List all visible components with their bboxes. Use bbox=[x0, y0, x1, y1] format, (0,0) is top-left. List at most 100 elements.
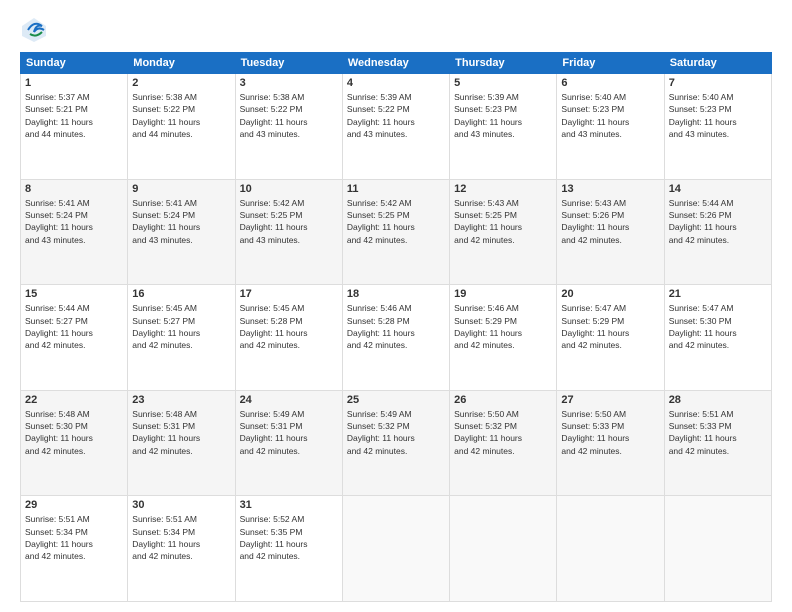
calendar-header-friday: Friday bbox=[557, 53, 664, 74]
calendar-cell: 30 Sunrise: 5:51 AM Sunset: 5:34 PM Dayl… bbox=[128, 496, 235, 602]
sunrise-label: Sunrise: 5:40 AM bbox=[669, 92, 734, 102]
calendar-cell: 6 Sunrise: 5:40 AM Sunset: 5:23 PM Dayli… bbox=[557, 74, 664, 180]
day-info: Sunrise: 5:43 AM Sunset: 5:26 PM Dayligh… bbox=[561, 197, 659, 246]
day-info: Sunrise: 5:39 AM Sunset: 5:22 PM Dayligh… bbox=[347, 91, 445, 140]
daylight-label: Daylight: 11 hoursand 42 minutes. bbox=[240, 328, 308, 350]
sunrise-label: Sunrise: 5:45 AM bbox=[132, 303, 197, 313]
sunrise-label: Sunrise: 5:51 AM bbox=[25, 514, 90, 524]
daylight-label: Daylight: 11 hoursand 42 minutes. bbox=[132, 433, 200, 455]
day-number: 7 bbox=[669, 77, 767, 89]
calendar-cell: 25 Sunrise: 5:49 AM Sunset: 5:32 PM Dayl… bbox=[342, 390, 449, 496]
day-number: 18 bbox=[347, 288, 445, 300]
day-number: 1 bbox=[25, 77, 123, 89]
calendar-header-monday: Monday bbox=[128, 53, 235, 74]
calendar-header-thursday: Thursday bbox=[450, 53, 557, 74]
calendar-cell: 5 Sunrise: 5:39 AM Sunset: 5:23 PM Dayli… bbox=[450, 74, 557, 180]
calendar-header-saturday: Saturday bbox=[664, 53, 771, 74]
daylight-label: Daylight: 11 hoursand 43 minutes. bbox=[240, 222, 308, 244]
calendar-week-5: 29 Sunrise: 5:51 AM Sunset: 5:34 PM Dayl… bbox=[21, 496, 772, 602]
day-number: 25 bbox=[347, 394, 445, 406]
logo bbox=[20, 16, 52, 44]
calendar-cell: 28 Sunrise: 5:51 AM Sunset: 5:33 PM Dayl… bbox=[664, 390, 771, 496]
calendar-week-2: 8 Sunrise: 5:41 AM Sunset: 5:24 PM Dayli… bbox=[21, 179, 772, 285]
daylight-label: Daylight: 11 hoursand 42 minutes. bbox=[25, 433, 93, 455]
sunrise-label: Sunrise: 5:47 AM bbox=[669, 303, 734, 313]
sunset-label: Sunset: 5:21 PM bbox=[25, 104, 88, 114]
daylight-label: Daylight: 11 hoursand 44 minutes. bbox=[132, 117, 200, 139]
sunset-label: Sunset: 5:22 PM bbox=[240, 104, 303, 114]
calendar-cell bbox=[557, 496, 664, 602]
day-number: 21 bbox=[669, 288, 767, 300]
logo-icon bbox=[20, 16, 48, 44]
day-number: 13 bbox=[561, 183, 659, 195]
daylight-label: Daylight: 11 hoursand 42 minutes. bbox=[454, 433, 522, 455]
calendar-cell: 1 Sunrise: 5:37 AM Sunset: 5:21 PM Dayli… bbox=[21, 74, 128, 180]
calendar-header-row: SundayMondayTuesdayWednesdayThursdayFrid… bbox=[21, 53, 772, 74]
daylight-label: Daylight: 11 hoursand 43 minutes. bbox=[347, 117, 415, 139]
daylight-label: Daylight: 11 hoursand 44 minutes. bbox=[25, 117, 93, 139]
sunset-label: Sunset: 5:22 PM bbox=[347, 104, 410, 114]
day-info: Sunrise: 5:46 AM Sunset: 5:29 PM Dayligh… bbox=[454, 302, 552, 351]
daylight-label: Daylight: 11 hoursand 42 minutes. bbox=[454, 222, 522, 244]
calendar-cell: 4 Sunrise: 5:39 AM Sunset: 5:22 PM Dayli… bbox=[342, 74, 449, 180]
sunrise-label: Sunrise: 5:41 AM bbox=[25, 198, 90, 208]
sunrise-label: Sunrise: 5:50 AM bbox=[561, 409, 626, 419]
calendar-cell: 24 Sunrise: 5:49 AM Sunset: 5:31 PM Dayl… bbox=[235, 390, 342, 496]
sunset-label: Sunset: 5:28 PM bbox=[240, 316, 303, 326]
sunrise-label: Sunrise: 5:44 AM bbox=[25, 303, 90, 313]
day-info: Sunrise: 5:37 AM Sunset: 5:21 PM Dayligh… bbox=[25, 91, 123, 140]
daylight-label: Daylight: 11 hoursand 42 minutes. bbox=[669, 222, 737, 244]
calendar-cell: 11 Sunrise: 5:42 AM Sunset: 5:25 PM Dayl… bbox=[342, 179, 449, 285]
daylight-label: Daylight: 11 hoursand 43 minutes. bbox=[132, 222, 200, 244]
day-info: Sunrise: 5:51 AM Sunset: 5:33 PM Dayligh… bbox=[669, 408, 767, 457]
calendar-cell bbox=[342, 496, 449, 602]
day-info: Sunrise: 5:49 AM Sunset: 5:32 PM Dayligh… bbox=[347, 408, 445, 457]
day-number: 28 bbox=[669, 394, 767, 406]
daylight-label: Daylight: 11 hoursand 42 minutes. bbox=[561, 222, 629, 244]
sunrise-label: Sunrise: 5:46 AM bbox=[347, 303, 412, 313]
calendar-cell: 15 Sunrise: 5:44 AM Sunset: 5:27 PM Dayl… bbox=[21, 285, 128, 391]
sunset-label: Sunset: 5:23 PM bbox=[669, 104, 732, 114]
day-info: Sunrise: 5:44 AM Sunset: 5:27 PM Dayligh… bbox=[25, 302, 123, 351]
sunrise-label: Sunrise: 5:39 AM bbox=[454, 92, 519, 102]
calendar-cell: 27 Sunrise: 5:50 AM Sunset: 5:33 PM Dayl… bbox=[557, 390, 664, 496]
daylight-label: Daylight: 11 hoursand 43 minutes. bbox=[454, 117, 522, 139]
sunset-label: Sunset: 5:23 PM bbox=[561, 104, 624, 114]
sunset-label: Sunset: 5:29 PM bbox=[454, 316, 517, 326]
sunset-label: Sunset: 5:27 PM bbox=[25, 316, 88, 326]
sunrise-label: Sunrise: 5:39 AM bbox=[347, 92, 412, 102]
calendar-cell bbox=[664, 496, 771, 602]
day-info: Sunrise: 5:39 AM Sunset: 5:23 PM Dayligh… bbox=[454, 91, 552, 140]
daylight-label: Daylight: 11 hoursand 42 minutes. bbox=[669, 433, 737, 455]
day-number: 24 bbox=[240, 394, 338, 406]
day-info: Sunrise: 5:45 AM Sunset: 5:27 PM Dayligh… bbox=[132, 302, 230, 351]
sunset-label: Sunset: 5:27 PM bbox=[132, 316, 195, 326]
day-info: Sunrise: 5:41 AM Sunset: 5:24 PM Dayligh… bbox=[25, 197, 123, 246]
sunrise-label: Sunrise: 5:49 AM bbox=[240, 409, 305, 419]
day-info: Sunrise: 5:40 AM Sunset: 5:23 PM Dayligh… bbox=[669, 91, 767, 140]
daylight-label: Daylight: 11 hoursand 42 minutes. bbox=[240, 433, 308, 455]
day-info: Sunrise: 5:45 AM Sunset: 5:28 PM Dayligh… bbox=[240, 302, 338, 351]
sunset-label: Sunset: 5:33 PM bbox=[669, 421, 732, 431]
calendar-cell: 16 Sunrise: 5:45 AM Sunset: 5:27 PM Dayl… bbox=[128, 285, 235, 391]
day-number: 4 bbox=[347, 77, 445, 89]
day-info: Sunrise: 5:47 AM Sunset: 5:30 PM Dayligh… bbox=[669, 302, 767, 351]
calendar-week-4: 22 Sunrise: 5:48 AM Sunset: 5:30 PM Dayl… bbox=[21, 390, 772, 496]
sunset-label: Sunset: 5:32 PM bbox=[347, 421, 410, 431]
daylight-label: Daylight: 11 hoursand 42 minutes. bbox=[25, 328, 93, 350]
calendar-cell: 10 Sunrise: 5:42 AM Sunset: 5:25 PM Dayl… bbox=[235, 179, 342, 285]
day-info: Sunrise: 5:40 AM Sunset: 5:23 PM Dayligh… bbox=[561, 91, 659, 140]
day-number: 26 bbox=[454, 394, 552, 406]
sunrise-label: Sunrise: 5:44 AM bbox=[669, 198, 734, 208]
day-info: Sunrise: 5:47 AM Sunset: 5:29 PM Dayligh… bbox=[561, 302, 659, 351]
sunrise-label: Sunrise: 5:48 AM bbox=[132, 409, 197, 419]
daylight-label: Daylight: 11 hoursand 43 minutes. bbox=[669, 117, 737, 139]
sunset-label: Sunset: 5:30 PM bbox=[669, 316, 732, 326]
daylight-label: Daylight: 11 hoursand 43 minutes. bbox=[561, 117, 629, 139]
sunset-label: Sunset: 5:26 PM bbox=[561, 210, 624, 220]
calendar-header-wednesday: Wednesday bbox=[342, 53, 449, 74]
calendar-cell: 3 Sunrise: 5:38 AM Sunset: 5:22 PM Dayli… bbox=[235, 74, 342, 180]
calendar-week-1: 1 Sunrise: 5:37 AM Sunset: 5:21 PM Dayli… bbox=[21, 74, 772, 180]
sunrise-label: Sunrise: 5:38 AM bbox=[240, 92, 305, 102]
day-info: Sunrise: 5:50 AM Sunset: 5:33 PM Dayligh… bbox=[561, 408, 659, 457]
